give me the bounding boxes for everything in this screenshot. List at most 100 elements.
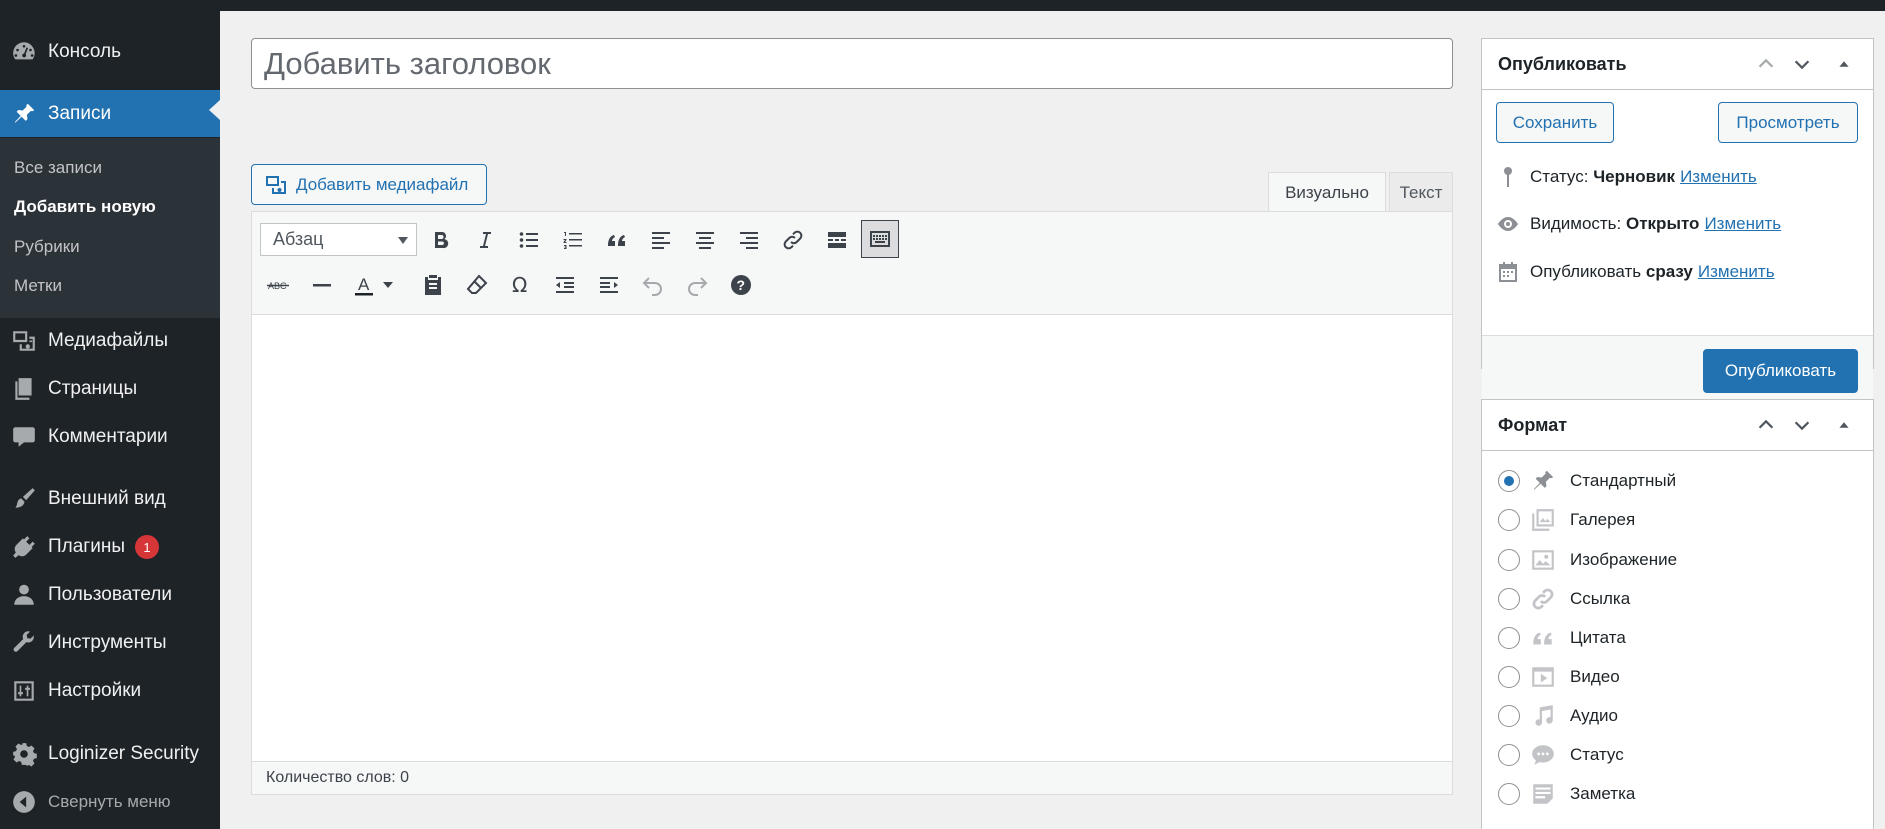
format-option-image[interactable]: Изображение	[1498, 545, 1677, 575]
strikethrough-button[interactable]: ABC	[260, 267, 296, 303]
radio-button[interactable]	[1498, 470, 1520, 492]
italic-button[interactable]	[467, 222, 503, 258]
format-option-label: Стандартный	[1570, 471, 1677, 490]
bold-button[interactable]	[423, 222, 459, 258]
paste-text-button[interactable]	[415, 267, 451, 303]
submenu-all-posts[interactable]: Все записи	[14, 158, 102, 178]
toggle-panel-button[interactable]	[1832, 413, 1856, 437]
edit-schedule-link[interactable]: Изменить	[1698, 262, 1775, 282]
edit-visibility-link[interactable]: Изменить	[1704, 214, 1781, 234]
move-down-button[interactable]	[1790, 413, 1814, 437]
clear-formatting-button[interactable]	[459, 267, 495, 303]
publish-box: Опубликовать Сохранить Просмотреть Стату…	[1481, 38, 1874, 407]
editor-content-area[interactable]	[252, 315, 1452, 733]
menu-media[interactable]: Медиафайлы	[0, 321, 220, 361]
publish-button[interactable]: Опубликовать	[1703, 349, 1858, 393]
help-icon: ?	[731, 275, 751, 295]
submenu-categories[interactable]: Рубрики	[14, 237, 80, 257]
toolbar-toggle-button[interactable]	[861, 220, 899, 258]
editor-toolbar: Абзац A Ω ?	[252, 212, 1452, 315]
outdent-button[interactable]	[547, 267, 583, 303]
move-up-button[interactable]	[1754, 52, 1778, 76]
redo-icon	[688, 277, 708, 296]
collapse-menu-button[interactable]: Свернуть меню	[0, 782, 220, 822]
submenu-tags[interactable]: Метки	[14, 276, 62, 296]
redo-button[interactable]	[679, 267, 715, 303]
move-up-button[interactable]	[1754, 413, 1778, 437]
text-color-dropdown[interactable]	[380, 267, 396, 303]
insert-link-button[interactable]	[775, 222, 811, 258]
align-center-button[interactable]	[687, 222, 723, 258]
bullet-list-button[interactable]	[511, 222, 547, 258]
menu-appearance[interactable]: Внешний вид	[0, 479, 220, 519]
chevron-down-icon	[1794, 421, 1810, 431]
menu-loginizer[interactable]: Loginizer Security	[0, 734, 220, 774]
posts-submenu: Все записи Добавить новую Рубрики Метки	[0, 138, 220, 318]
format-option-aside[interactable]: Заметка	[1498, 779, 1635, 809]
save-draft-button[interactable]: Сохранить	[1496, 102, 1614, 143]
chevron-up-icon	[1758, 419, 1774, 429]
speech-bubble-icon	[1528, 740, 1558, 770]
calendar-icon	[1499, 262, 1517, 282]
keyboard-shortcuts-button[interactable]: ?	[723, 267, 759, 303]
radio-button[interactable]	[1498, 744, 1520, 766]
text-color-button[interactable]: A	[347, 267, 383, 303]
radio-button[interactable]	[1498, 783, 1520, 805]
link-icon	[783, 230, 803, 250]
note-icon	[1528, 779, 1558, 809]
toggle-panel-button[interactable]	[1832, 52, 1856, 76]
format-option-status[interactable]: Статус	[1498, 740, 1624, 770]
undo-button[interactable]	[635, 267, 671, 303]
chevron-down-icon	[383, 282, 393, 288]
numbered-list-button[interactable]	[555, 222, 591, 258]
radio-button[interactable]	[1498, 588, 1520, 610]
align-left-button[interactable]	[643, 222, 679, 258]
align-left-icon	[652, 232, 670, 249]
image-icon	[1528, 545, 1558, 575]
radio-button[interactable]	[1498, 666, 1520, 688]
special-character-button[interactable]: Ω	[503, 267, 539, 303]
format-option-label: Цитата	[1570, 628, 1626, 647]
blockquote-button[interactable]	[599, 222, 635, 258]
align-right-button[interactable]	[731, 222, 767, 258]
collapse-icon	[0, 789, 48, 815]
radio-button[interactable]	[1498, 627, 1520, 649]
preview-button[interactable]: Просмотреть	[1718, 102, 1858, 143]
caret-up-icon	[1839, 61, 1849, 67]
add-media-button[interactable]: Добавить медиафайл	[251, 164, 487, 205]
move-down-button[interactable]	[1790, 52, 1814, 76]
edit-status-link[interactable]: Изменить	[1680, 167, 1757, 187]
format-option-quote[interactable]: Цитата	[1498, 623, 1626, 653]
post-title-input[interactable]	[251, 38, 1453, 89]
menu-comments[interactable]: Комментарии	[0, 417, 220, 457]
tab-visual[interactable]: Визуально	[1268, 172, 1386, 212]
format-option-label: Аудио	[1570, 706, 1618, 725]
menu-dashboard[interactable]: Консоль	[0, 32, 220, 72]
radio-button[interactable]	[1498, 549, 1520, 571]
format-option-video[interactable]: Видео	[1498, 662, 1620, 692]
radio-button[interactable]	[1498, 705, 1520, 727]
caret-up-icon	[1839, 422, 1849, 428]
indent-icon	[600, 277, 618, 293]
video-icon	[1528, 662, 1558, 692]
read-more-icon	[828, 232, 846, 248]
menu-settings[interactable]: Настройки	[0, 671, 220, 711]
read-more-button[interactable]	[819, 222, 855, 258]
format-option-gallery[interactable]: Галерея	[1498, 505, 1635, 535]
outdent-icon	[556, 277, 574, 293]
submenu-add-new[interactable]: Добавить новую	[14, 197, 156, 217]
menu-label: Внешний вид	[48, 488, 166, 509]
menu-tools[interactable]: Инструменты	[0, 623, 220, 663]
horizontal-line-button[interactable]	[304, 267, 340, 303]
format-option-link[interactable]: Ссылка	[1498, 584, 1630, 614]
format-option-audio[interactable]: Аудио	[1498, 701, 1618, 731]
format-option-standard[interactable]: Стандартный	[1498, 466, 1676, 496]
indent-button[interactable]	[591, 267, 627, 303]
menu-users[interactable]: Пользователи	[0, 575, 220, 615]
radio-button[interactable]	[1498, 509, 1520, 531]
menu-plugins[interactable]: Плагины 1	[0, 527, 220, 567]
menu-pages[interactable]: Страницы	[0, 369, 220, 409]
menu-posts[interactable]: Записи	[0, 90, 220, 137]
paragraph-format-select[interactable]: Абзац	[260, 223, 417, 256]
tab-text[interactable]: Текст	[1389, 172, 1453, 212]
